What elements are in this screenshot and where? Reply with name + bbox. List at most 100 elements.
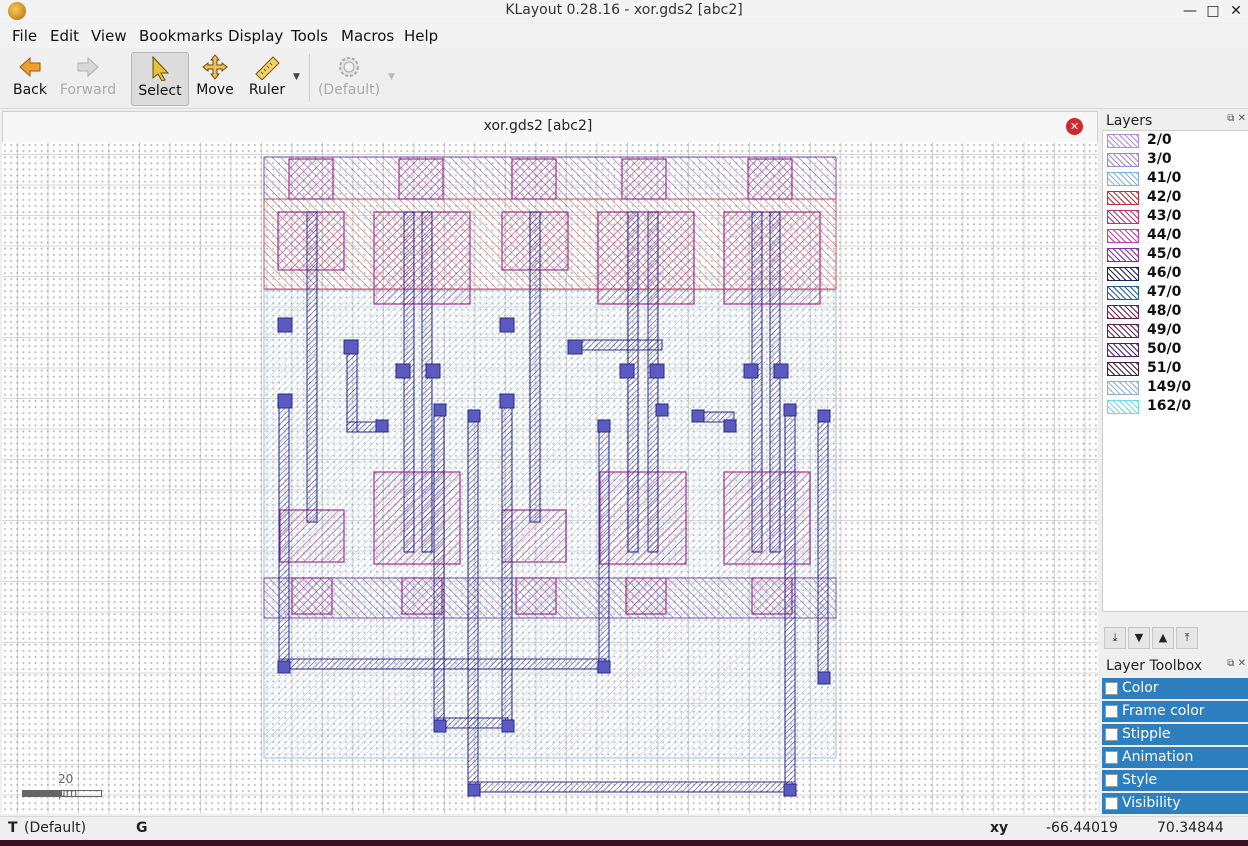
menu-file[interactable]: File: [12, 27, 37, 45]
layer-row[interactable]: 50/0: [1103, 340, 1248, 359]
toolbox-item-label: Visibility: [1122, 795, 1181, 811]
layer-swatch: [1107, 229, 1139, 243]
template-status-icon: T: [8, 820, 18, 836]
template-button[interactable]: (Default): [316, 52, 382, 104]
layout-canvas[interactable]: 20 µm: [2, 142, 1098, 814]
arrow-right-icon: [77, 56, 99, 78]
layer-list[interactable]: 2/0 3/0 41/0 42/0 43/0 44/0 45/0 46/0 47/0 48/0 49…: [1102, 130, 1248, 612]
layer-row[interactable]: 45/0: [1103, 245, 1248, 264]
layer-name: 3/0: [1147, 151, 1172, 167]
layer-row[interactable]: 46/0: [1103, 264, 1248, 283]
maximize-button[interactable]: □: [1201, 0, 1225, 22]
menu-tools[interactable]: Tools: [291, 27, 328, 45]
close-button[interactable]: ✕: [1224, 0, 1248, 22]
toolbox-item[interactable]: Stipple: [1102, 724, 1248, 745]
layer-swatch: [1107, 324, 1139, 338]
coord-x: -66.44019: [1046, 820, 1118, 836]
layer-name: 46/0: [1147, 265, 1182, 281]
minimize-button[interactable]: —: [1178, 0, 1202, 22]
menu-edit[interactable]: Edit: [50, 27, 79, 45]
layout-drawing: [263, 156, 837, 797]
toolbox-item[interactable]: Color: [1102, 678, 1248, 699]
layer-name: 45/0: [1147, 246, 1182, 262]
template-status: (Default): [24, 820, 87, 836]
move-layer-down-icon[interactable]: ▼: [1128, 627, 1150, 649]
menu-view[interactable]: View: [91, 27, 127, 45]
ruler-dropdown-icon[interactable]: ▼: [293, 72, 300, 82]
toolbox-item-checkbox[interactable]: [1105, 751, 1118, 764]
menu-bar: File Edit View Bookmarks Display Tools M…: [0, 24, 1248, 48]
scale-bar-graphic: [22, 790, 102, 797]
layer-swatch: [1107, 248, 1139, 262]
layer-name: 43/0: [1147, 208, 1182, 224]
layer-swatch: [1107, 267, 1139, 281]
forward-label: Forward: [59, 82, 117, 98]
toolbox-item-label: Color: [1122, 680, 1159, 696]
toolbox-float-close-icons[interactable]: ⧉ ✕: [1227, 658, 1246, 669]
layer-row[interactable]: 44/0: [1103, 226, 1248, 245]
layer-swatch: [1107, 286, 1139, 300]
back-label: Back: [13, 82, 47, 98]
layer-swatch: [1107, 343, 1139, 357]
layer-row[interactable]: 47/0: [1103, 283, 1248, 302]
document-tab-title: xor.gds2 [abc2]: [483, 118, 593, 134]
layer-name: 41/0: [1147, 170, 1182, 186]
menu-bookmarks[interactable]: Bookmarks: [139, 27, 223, 45]
ruler-tool-button[interactable]: Ruler: [239, 52, 295, 104]
move-tool-button[interactable]: Move: [187, 52, 243, 104]
layer-row[interactable]: 2/0: [1103, 131, 1248, 150]
menu-macros[interactable]: Macros: [341, 27, 394, 45]
toolbox-item-checkbox[interactable]: [1105, 705, 1118, 718]
layer-row[interactable]: 3/0: [1103, 150, 1248, 169]
layers-panel-title: Layers: [1106, 113, 1153, 129]
layer-name: 42/0: [1147, 189, 1182, 205]
toolbox-item[interactable]: Frame color: [1102, 701, 1248, 722]
layer-row[interactable]: 43/0: [1103, 207, 1248, 226]
layer-name: 47/0: [1147, 284, 1182, 300]
gear-icon: [339, 57, 359, 77]
layer-row[interactable]: 49/0: [1103, 321, 1248, 340]
move-layer-up-icon[interactable]: ▲: [1152, 627, 1174, 649]
toolbox-item-checkbox[interactable]: [1105, 728, 1118, 741]
toolbox-item-label: Animation: [1122, 749, 1194, 765]
layer-name: 2/0: [1147, 132, 1172, 148]
layer-swatch: [1107, 134, 1139, 148]
layer-swatch: [1107, 400, 1139, 414]
layer-row[interactable]: 48/0: [1103, 302, 1248, 321]
layer-toolbox: Layer Toolbox ⧉ ✕ Color Frame color Stippl…: [1102, 656, 1248, 816]
coord-y: 70.34844: [1157, 820, 1224, 836]
select-tool-button[interactable]: Select: [131, 52, 189, 106]
grid-status: G: [136, 820, 148, 836]
menu-help[interactable]: Help: [404, 27, 438, 45]
layer-swatch: [1107, 172, 1139, 186]
cursor-icon: [152, 55, 170, 81]
layer-swatch: [1107, 362, 1139, 376]
layer-row[interactable]: 149/0: [1103, 378, 1248, 397]
toolbox-item[interactable]: Visibility: [1102, 793, 1248, 814]
forward-button[interactable]: Forward: [56, 52, 120, 104]
toolbox-item-checkbox[interactable]: [1105, 797, 1118, 810]
panel-float-close-icons[interactable]: ⧉ ✕: [1227, 113, 1246, 124]
layer-swatch: [1107, 381, 1139, 395]
ruler-label: Ruler: [248, 82, 286, 98]
layer-row[interactable]: 51/0: [1103, 359, 1248, 378]
template-dropdown-icon[interactable]: ▼: [388, 72, 395, 82]
layer-name: 50/0: [1147, 341, 1182, 357]
toolbox-item[interactable]: Animation: [1102, 747, 1248, 768]
move-layer-bottom-icon[interactable]: ⤓: [1104, 627, 1126, 649]
menu-display[interactable]: Display: [228, 27, 283, 45]
back-button[interactable]: Back: [2, 52, 58, 104]
layer-row[interactable]: 162/0: [1103, 397, 1248, 416]
document-tab[interactable]: xor.gds2 [abc2] ✕: [2, 111, 1098, 142]
coord-label: xy: [990, 820, 1009, 836]
move-layer-top-icon[interactable]: ⤒: [1176, 627, 1198, 649]
layer-row[interactable]: 41/0: [1103, 169, 1248, 188]
toolbox-item-label: Stipple: [1122, 726, 1171, 742]
layer-row[interactable]: 42/0: [1103, 188, 1248, 207]
layers-panel: Layers ⧉ ✕ 2/0 3/0 41/0 42/0 43/0 44/0 45/0 46/…: [1102, 111, 1248, 656]
close-tab-icon[interactable]: ✕: [1066, 118, 1083, 135]
title-bar: KLayout 0.28.16 - xor.gds2 [abc2] — □ ✕: [0, 0, 1248, 22]
toolbox-item-checkbox[interactable]: [1105, 774, 1118, 787]
toolbox-item-checkbox[interactable]: [1105, 682, 1118, 695]
toolbox-item[interactable]: Style: [1102, 770, 1248, 791]
